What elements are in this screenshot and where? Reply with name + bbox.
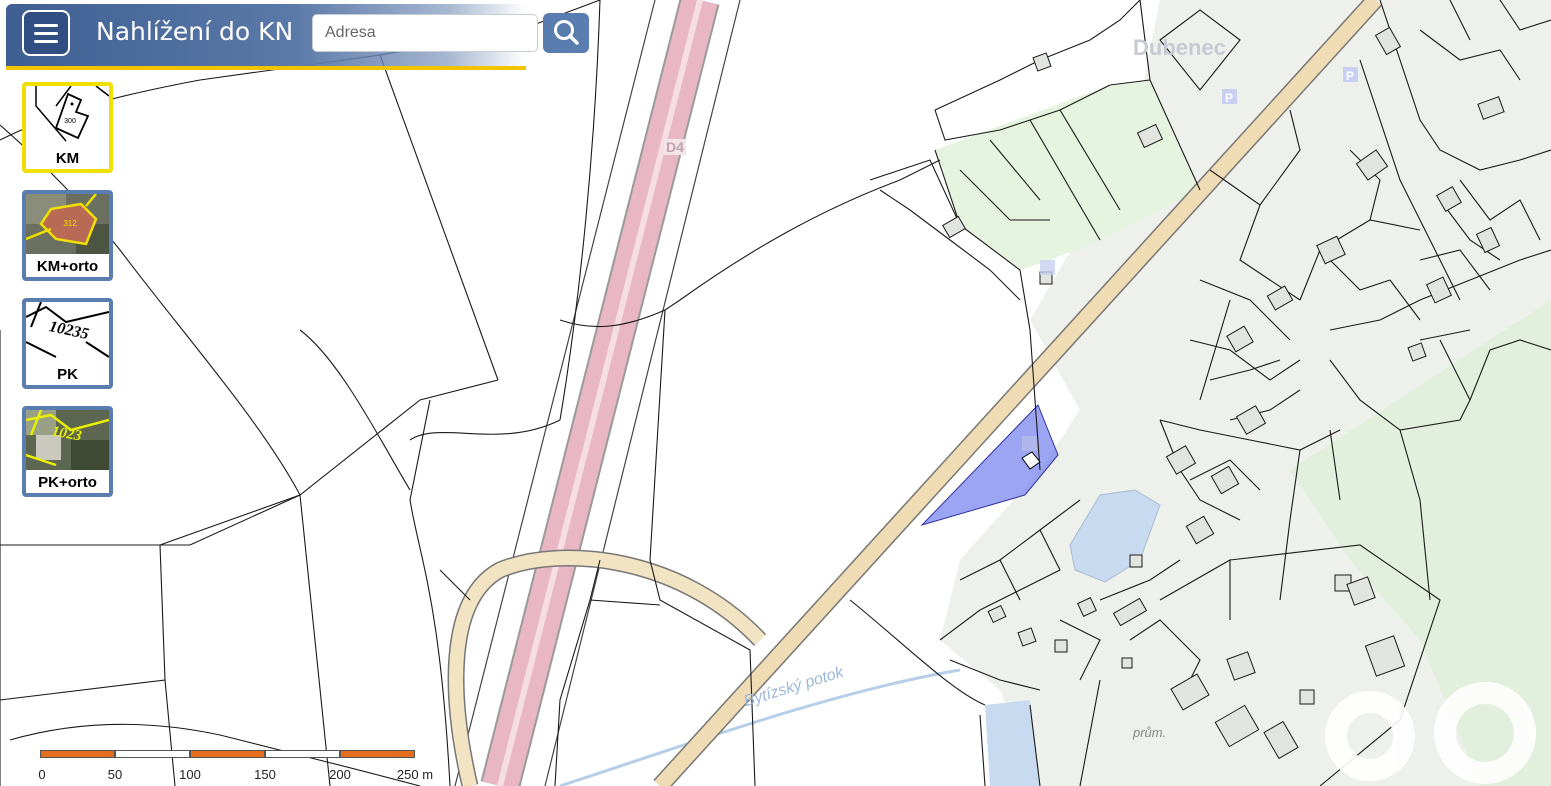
scale-segment (340, 750, 415, 758)
layer-km-orto-label: KM+orto (36, 258, 99, 275)
menu-button[interactable] (22, 10, 70, 56)
scale-tick-label: 50 (107, 767, 123, 782)
app-title: Nahlížení do KN (96, 17, 294, 46)
layer-km-orto-button[interactable]: 312 KM+orto (22, 190, 113, 281)
svg-text:P: P (1225, 91, 1233, 105)
search-icon (554, 20, 579, 45)
scale-tick-label: 200 (329, 767, 351, 782)
svg-text:P: P (1346, 69, 1354, 83)
cadastral-map[interactable]: P P (0, 0, 1551, 786)
industrial-label: prům. (1133, 725, 1167, 740)
road-label: D4 (664, 139, 686, 155)
km-orto-thumbnail-icon: 312 (26, 194, 109, 254)
scale-bar: 0 50 100 150 200 250 m (38, 750, 440, 786)
scale-tick-label: 250 m (396, 767, 434, 782)
svg-text:312: 312 (63, 219, 77, 228)
scale-segment (190, 750, 265, 758)
svg-text:300: 300 (64, 118, 76, 125)
pk-orto-thumbnail-icon: 1023 (26, 410, 109, 470)
scale-segment (115, 750, 190, 758)
layer-km-label: KM (55, 150, 80, 167)
layer-pk-button[interactable]: 10235 PK (22, 298, 113, 389)
address-search-input[interactable] (312, 14, 538, 52)
search-button[interactable] (543, 13, 589, 53)
scale-tick-label: 150 (254, 767, 276, 782)
scale-tick-label: 100 (179, 767, 201, 782)
hamburger-icon (34, 24, 58, 27)
layer-pk-orto-label: PK+orto (38, 474, 97, 491)
layer-pk-orto-button[interactable]: 1023 PK+orto (22, 406, 113, 497)
scale-segment (265, 750, 340, 758)
layer-km-button[interactable]: 300 KM (22, 82, 113, 173)
town-label: Dubenec (1133, 35, 1226, 60)
scale-tick-label: 0 (38, 767, 46, 782)
pk-thumbnail-icon: 10235 (26, 302, 109, 362)
layer-pk-label: PK (57, 366, 78, 383)
scale-segment (40, 750, 115, 758)
km-thumbnail-icon: 300 (26, 86, 109, 146)
